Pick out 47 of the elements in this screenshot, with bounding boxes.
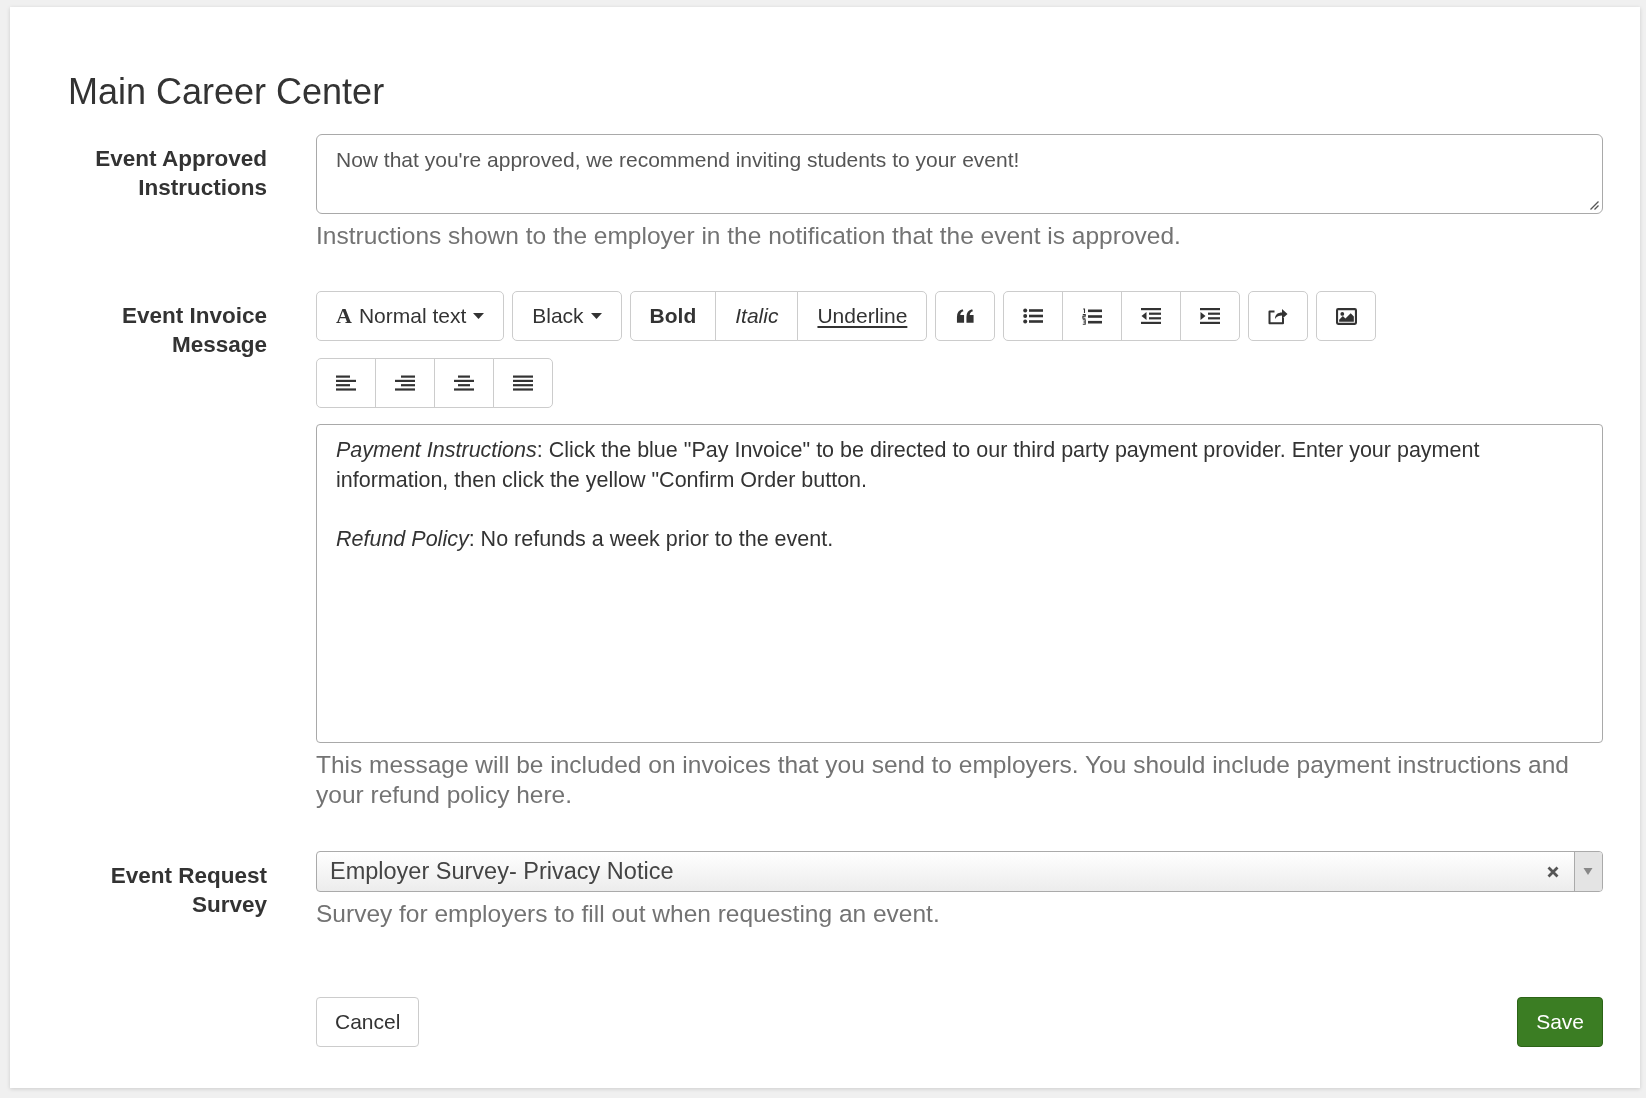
textarea-field[interactable]: Now that you're approved, we recommend inviting students to your event!: [316, 134, 1603, 214]
align-left-icon: [336, 375, 356, 391]
toolbar-button[interactable]: [493, 358, 553, 408]
survey-select[interactable]: Employer Survey- Privacy Notice: [316, 851, 1603, 892]
help-text: Instructions shown to the employer in the notification that the event is approved.: [316, 221, 1182, 250]
format-button[interactable]: Underline: [797, 291, 928, 341]
format-button[interactable]: Italic: [715, 291, 799, 341]
help-text: Survey for employers to fill out when requesting an event.: [316, 899, 941, 928]
save-button[interactable]: Save: [1517, 997, 1603, 1047]
caret-icon: [590, 313, 602, 319]
align-right-icon: [395, 375, 415, 391]
font-icon: A: [336, 305, 352, 327]
cancel-button[interactable]: Cancel: [316, 997, 420, 1047]
field-label: Event Request Survey: [109, 861, 267, 919]
share-icon: [1268, 307, 1289, 325]
toolbar-button[interactable]: [375, 358, 435, 408]
dropdown-button[interactable]: A Normal text: [316, 291, 505, 341]
editor-paragraph: Payment Instructions: Click the blue "Pay Invoice" to be directed to our third party payment provider. Enter your payment information, then click the yellow "Confirm Order button.: [336, 437, 1481, 494]
quote-icon: [955, 308, 975, 324]
field-label: Event Invoice Message: [120, 301, 267, 359]
clear-icon: [1547, 865, 1559, 878]
align-center-icon: [454, 375, 474, 391]
textarea-text: Now that you're approved, we recommend inviting students to your event!: [336, 148, 1021, 172]
toolbar-button[interactable]: [1121, 291, 1182, 341]
toolbar-button[interactable]: [434, 358, 494, 408]
justify-icon: [513, 375, 533, 391]
outdent-icon: [1141, 308, 1162, 324]
image-icon: [1335, 307, 1357, 325]
field-label: Event Approved Instructions: [94, 144, 267, 202]
editor-paragraph: Refund Policy: No refunds a week prior to the event.: [336, 525, 835, 553]
toolbar-button[interactable]: [1003, 291, 1064, 341]
toolbar-button[interactable]: [316, 358, 376, 408]
rich-text-editor[interactable]: [316, 424, 1603, 743]
numbered-list-icon: [1082, 307, 1103, 325]
toolbar-button[interactable]: [1180, 291, 1241, 341]
toolbar-button[interactable]: [935, 291, 996, 341]
caret-icon: [473, 313, 485, 319]
toolbar-button[interactable]: [1062, 291, 1123, 341]
page-title: Main Career Center: [67, 71, 386, 113]
dropdown-button[interactable]: Black: [512, 291, 622, 341]
help-text: This message will be included on invoices that you send to employers. You should include payment instructions and your refund policy here.: [316, 750, 1570, 810]
indent-icon: [1200, 308, 1221, 324]
toolbar-button[interactable]: [1248, 291, 1309, 341]
format-button[interactable]: Bold: [629, 291, 717, 341]
toolbar-button[interactable]: [1316, 291, 1377, 341]
select-value: Employer Survey- Privacy Notice: [329, 856, 675, 886]
bulleted-list-icon: [1023, 308, 1044, 324]
